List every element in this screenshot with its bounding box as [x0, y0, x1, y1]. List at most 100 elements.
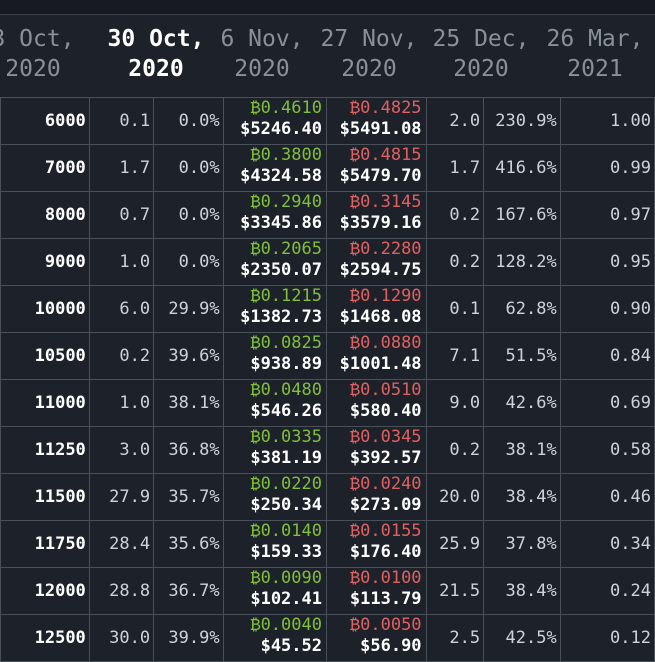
- ask-price-cell[interactable]: ₿0.4815 $5479.70: [326, 144, 427, 192]
- iv-cell: 38.4%: [483, 473, 561, 521]
- bid-price-cell[interactable]: ₿0.0825 $938.89: [222, 332, 328, 380]
- strike-cell: 8000: [0, 191, 90, 239]
- tab-year: 2020: [128, 56, 184, 82]
- tab-expiry-1[interactable]: 30 Oct, 2020: [102, 24, 210, 84]
- ask-price-cell[interactable]: ₿0.0510 $580.40: [326, 379, 427, 427]
- bid-price-cell[interactable]: ₿0.4610 $5246.40: [222, 97, 328, 145]
- ask-price-cell[interactable]: ₿0.4825 $5491.08: [326, 97, 427, 145]
- table-row[interactable]: 6000 0.1 0.0% ₿0.4610 $5246.40 ₿0.4825 $5491.0…: [0, 97, 655, 145]
- table-row[interactable]: 10500 0.2 39.6% ₿0.0825 $938.89 ₿0.0880 $1001.…: [0, 332, 655, 380]
- bid-price-cell[interactable]: ₿0.0140 $159.33: [222, 520, 328, 568]
- delta-cell: 0.34: [559, 520, 655, 568]
- ask-price-cell[interactable]: ₿0.3145 $3579.16: [326, 191, 427, 239]
- percent-cell: 0.0%: [153, 191, 224, 239]
- volume-cell: 7.1: [425, 332, 485, 380]
- tab-year: 2020: [5, 56, 61, 82]
- ask-usd: $1468.08: [339, 307, 422, 327]
- percent-cell: 29.9%: [153, 285, 224, 333]
- size-cell: 30.0: [88, 614, 155, 662]
- iv-cell: 128.2%: [483, 238, 561, 286]
- tab-expiry-5[interactable]: 26 Mar, 2021: [540, 24, 650, 84]
- delta-cell: 1.00: [559, 97, 655, 145]
- strike-cell: 12000: [0, 567, 90, 615]
- tab-expiry-4[interactable]: 25 Dec, 2020: [426, 24, 536, 84]
- size-cell: 0.2: [88, 332, 155, 380]
- bid-btc: ₿0.3800: [250, 145, 322, 166]
- bid-price-cell[interactable]: ₿0.0090 $102.41: [222, 567, 328, 615]
- ask-usd: $5479.70: [339, 166, 422, 186]
- bid-btc: ₿0.0480: [250, 380, 322, 401]
- bid-price-cell[interactable]: ₿0.1215 $1382.73: [222, 285, 328, 333]
- bid-usd: $3345.86: [240, 213, 322, 233]
- ask-btc: ₿0.0050: [349, 615, 422, 636]
- volume-cell: 2.0: [425, 97, 485, 145]
- table-row[interactable]: 11250 3.0 36.8% ₿0.0335 $381.19 ₿0.0345 $392.5…: [0, 426, 655, 474]
- ask-usd: $176.40: [349, 542, 422, 562]
- size-cell: 1.0: [88, 238, 155, 286]
- strike-cell: 11750: [0, 520, 90, 568]
- bid-price-cell[interactable]: ₿0.0480 $546.26: [222, 379, 328, 427]
- bid-price-cell[interactable]: ₿0.3800 $4324.58: [222, 144, 328, 192]
- ask-btc: ₿0.4815: [349, 145, 422, 166]
- volume-cell: 1.7: [425, 144, 485, 192]
- bid-price-cell[interactable]: ₿0.0040 $45.52: [222, 614, 328, 662]
- bid-btc: ₿0.0825: [250, 333, 322, 354]
- table-row[interactable]: 12000 28.8 36.7% ₿0.0090 $102.41 ₿0.0100 $113.…: [0, 567, 655, 615]
- tab-year: 2020: [341, 56, 397, 82]
- table-row[interactable]: 8000 0.7 0.0% ₿0.2940 $3345.86 ₿0.3145 $3579.1…: [0, 191, 655, 239]
- percent-cell: 0.0%: [153, 238, 224, 286]
- volume-cell: 21.5: [425, 567, 485, 615]
- ask-btc: ₿0.0345: [349, 427, 422, 448]
- delta-cell: 0.24: [559, 567, 655, 615]
- table-row[interactable]: 11000 1.0 38.1% ₿0.0480 $546.26 ₿0.0510 $580.4…: [0, 379, 655, 427]
- tab-year: 2020: [234, 56, 290, 82]
- percent-cell: 36.8%: [153, 426, 224, 474]
- tab-expiry-2[interactable]: 6 Nov, 2020: [214, 24, 310, 84]
- table-row[interactable]: 12500 30.0 39.9% ₿0.0040 $45.52 ₿0.0050 $56.90…: [0, 614, 655, 662]
- volume-cell: 25.9: [425, 520, 485, 568]
- bid-usd: $4324.58: [240, 166, 322, 186]
- size-cell: 3.0: [88, 426, 155, 474]
- ask-price-cell[interactable]: ₿0.0240 $273.09: [326, 473, 427, 521]
- table-row[interactable]: 11500 27.9 35.7% ₿0.0220 $250.34 ₿0.0240 $273.…: [0, 473, 655, 521]
- bid-price-cell[interactable]: ₿0.0220 $250.34: [222, 473, 328, 521]
- ask-price-cell[interactable]: ₿0.2280 $2594.75: [326, 238, 427, 286]
- tab-expiry-3[interactable]: 27 Nov, 2020: [314, 24, 424, 84]
- bid-price-cell[interactable]: ₿0.2065 $2350.07: [222, 238, 328, 286]
- table-row[interactable]: 11750 28.4 35.6% ₿0.0140 $159.33 ₿0.0155 $176.…: [0, 520, 655, 568]
- strike-cell: 9000: [0, 238, 90, 286]
- table-row[interactable]: 7000 1.7 0.0% ₿0.3800 $4324.58 ₿0.4815 $5479.7…: [0, 144, 655, 192]
- bid-btc: ₿0.0140: [250, 521, 322, 542]
- ask-price-cell[interactable]: ₿0.0880 $1001.48: [326, 332, 427, 380]
- ask-usd: $2594.75: [339, 260, 422, 280]
- top-bar: [0, 0, 655, 15]
- percent-cell: 38.1%: [153, 379, 224, 427]
- bid-btc: ₿0.0090: [250, 568, 322, 589]
- table-row[interactable]: 10000 6.0 29.9% ₿0.1215 $1382.73 ₿0.1290 $1468…: [0, 285, 655, 333]
- bid-price-cell[interactable]: ₿0.0335 $381.19: [222, 426, 328, 474]
- iv-cell: 416.6%: [483, 144, 561, 192]
- bid-usd: $2350.07: [240, 260, 322, 280]
- ask-btc: ₿0.3145: [349, 192, 422, 213]
- tab-date: 25 Dec,: [432, 26, 530, 52]
- iv-cell: 42.5%: [483, 614, 561, 662]
- iv-cell: 167.6%: [483, 191, 561, 239]
- bid-usd: $45.52: [260, 636, 322, 656]
- ask-btc: ₿0.4825: [349, 98, 422, 119]
- ask-btc: ₿0.0155: [349, 521, 422, 542]
- ask-price-cell[interactable]: ₿0.0100 $113.79: [326, 567, 427, 615]
- ask-btc: ₿0.0240: [349, 474, 422, 495]
- ask-price-cell[interactable]: ₿0.0345 $392.57: [326, 426, 427, 474]
- bid-price-cell[interactable]: ₿0.2940 $3345.86: [222, 191, 328, 239]
- ask-price-cell[interactable]: ₿0.0155 $176.40: [326, 520, 427, 568]
- tab-date: 30 Oct,: [107, 26, 205, 52]
- ask-price-cell[interactable]: ₿0.0050 $56.90: [326, 614, 427, 662]
- ask-btc: ₿0.0100: [349, 568, 422, 589]
- bid-btc: ₿0.0335: [250, 427, 322, 448]
- tab-expiry-0[interactable]: 3 Oct, 2020: [0, 24, 88, 84]
- table-row[interactable]: 9000 1.0 0.0% ₿0.2065 $2350.07 ₿0.2280 $2594.7…: [0, 238, 655, 286]
- delta-cell: 0.46: [559, 473, 655, 521]
- ask-usd: $1001.48: [339, 354, 422, 374]
- strike-cell: 12500: [0, 614, 90, 662]
- ask-price-cell[interactable]: ₿0.1290 $1468.08: [326, 285, 427, 333]
